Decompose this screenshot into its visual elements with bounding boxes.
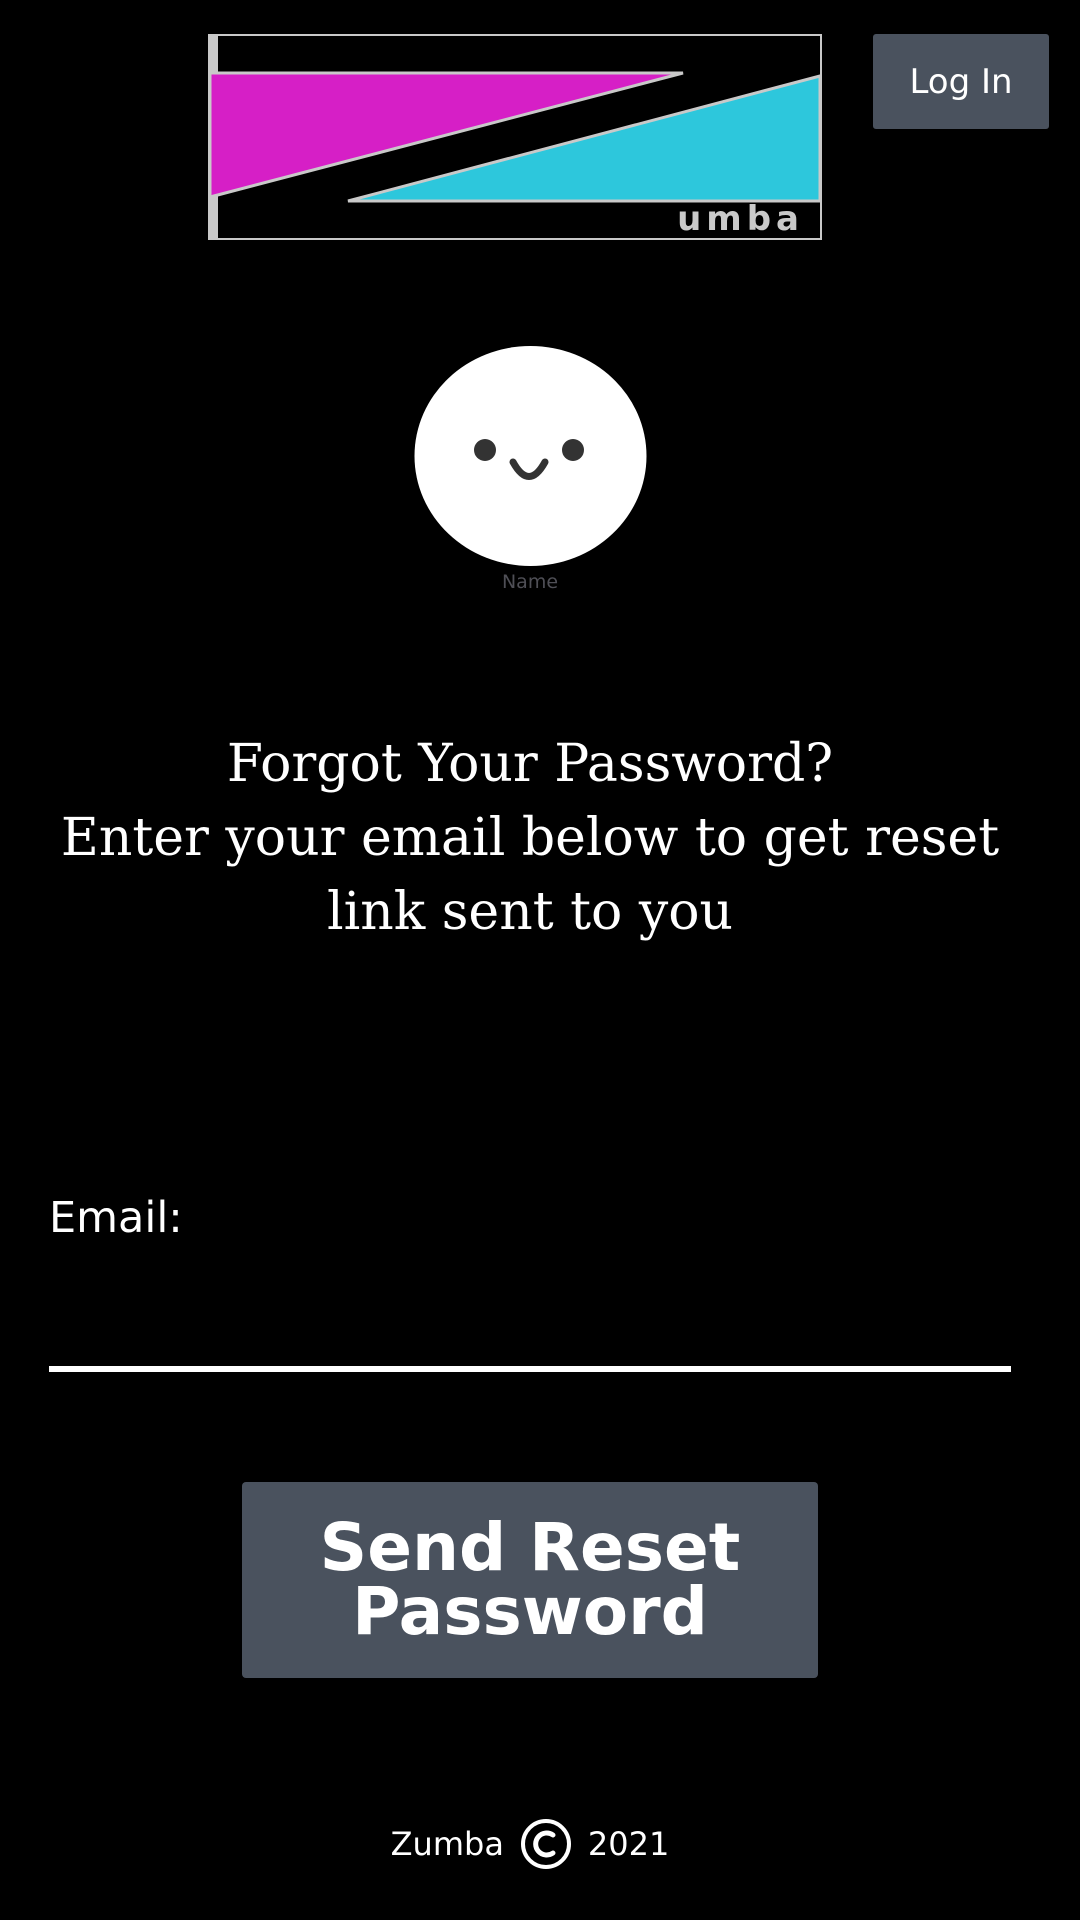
send-reset-password-button[interactable]: Send Reset Password bbox=[242, 1482, 818, 1678]
login-button[interactable]: Log In bbox=[873, 34, 1049, 129]
footer-year: 2021 bbox=[587, 1825, 670, 1863]
footer: Zumba 2021 bbox=[0, 1818, 1060, 1870]
footer-brand: Zumba bbox=[390, 1825, 504, 1863]
page-heading: Forgot Your Password? Enter your email b… bbox=[20, 727, 1040, 949]
smiley-avatar-icon bbox=[414, 346, 646, 566]
profile-avatar-section: Name bbox=[0, 345, 1060, 593]
avatar-name-label: Name bbox=[501, 571, 559, 593]
copyright-icon bbox=[520, 1819, 571, 1869]
send-button-label-line1: Send Reset bbox=[319, 1509, 741, 1586]
send-button-label-line2: Password bbox=[352, 1573, 708, 1650]
heading-instructions: Enter your email below to get reset link… bbox=[60, 808, 1000, 942]
heading-title: Forgot Your Password? bbox=[226, 734, 834, 794]
logo-text: umba bbox=[677, 199, 804, 239]
email-label: Email: bbox=[49, 1193, 183, 1243]
zumba-logo: umba bbox=[208, 34, 822, 240]
email-input[interactable] bbox=[49, 1270, 1011, 1372]
